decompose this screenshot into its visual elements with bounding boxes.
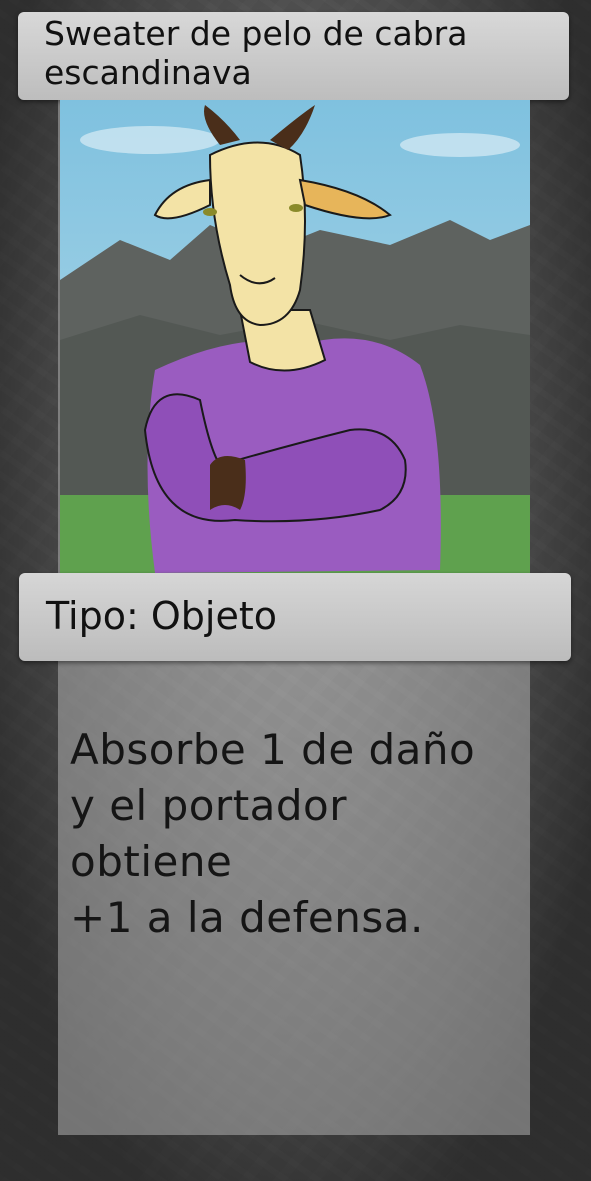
description-line: +1 a la defensa. (70, 893, 424, 942)
card-illustration (60, 100, 530, 573)
description-line: y el portador (70, 781, 348, 830)
card-title-box: Sweater de pelo de cabra escandinava (18, 12, 569, 100)
card-type-box: Tipo: Objeto (19, 573, 571, 661)
card-title: Sweater de pelo de cabra escandinava (44, 14, 468, 92)
description-line: obtiene (70, 837, 233, 886)
description-line: Absorbe 1 de daño (70, 725, 476, 774)
card-type: Tipo: Objeto (46, 594, 277, 638)
goat-illustration (60, 100, 530, 573)
card-description: Absorbe 1 de daño y el portador obtiene … (70, 722, 520, 946)
